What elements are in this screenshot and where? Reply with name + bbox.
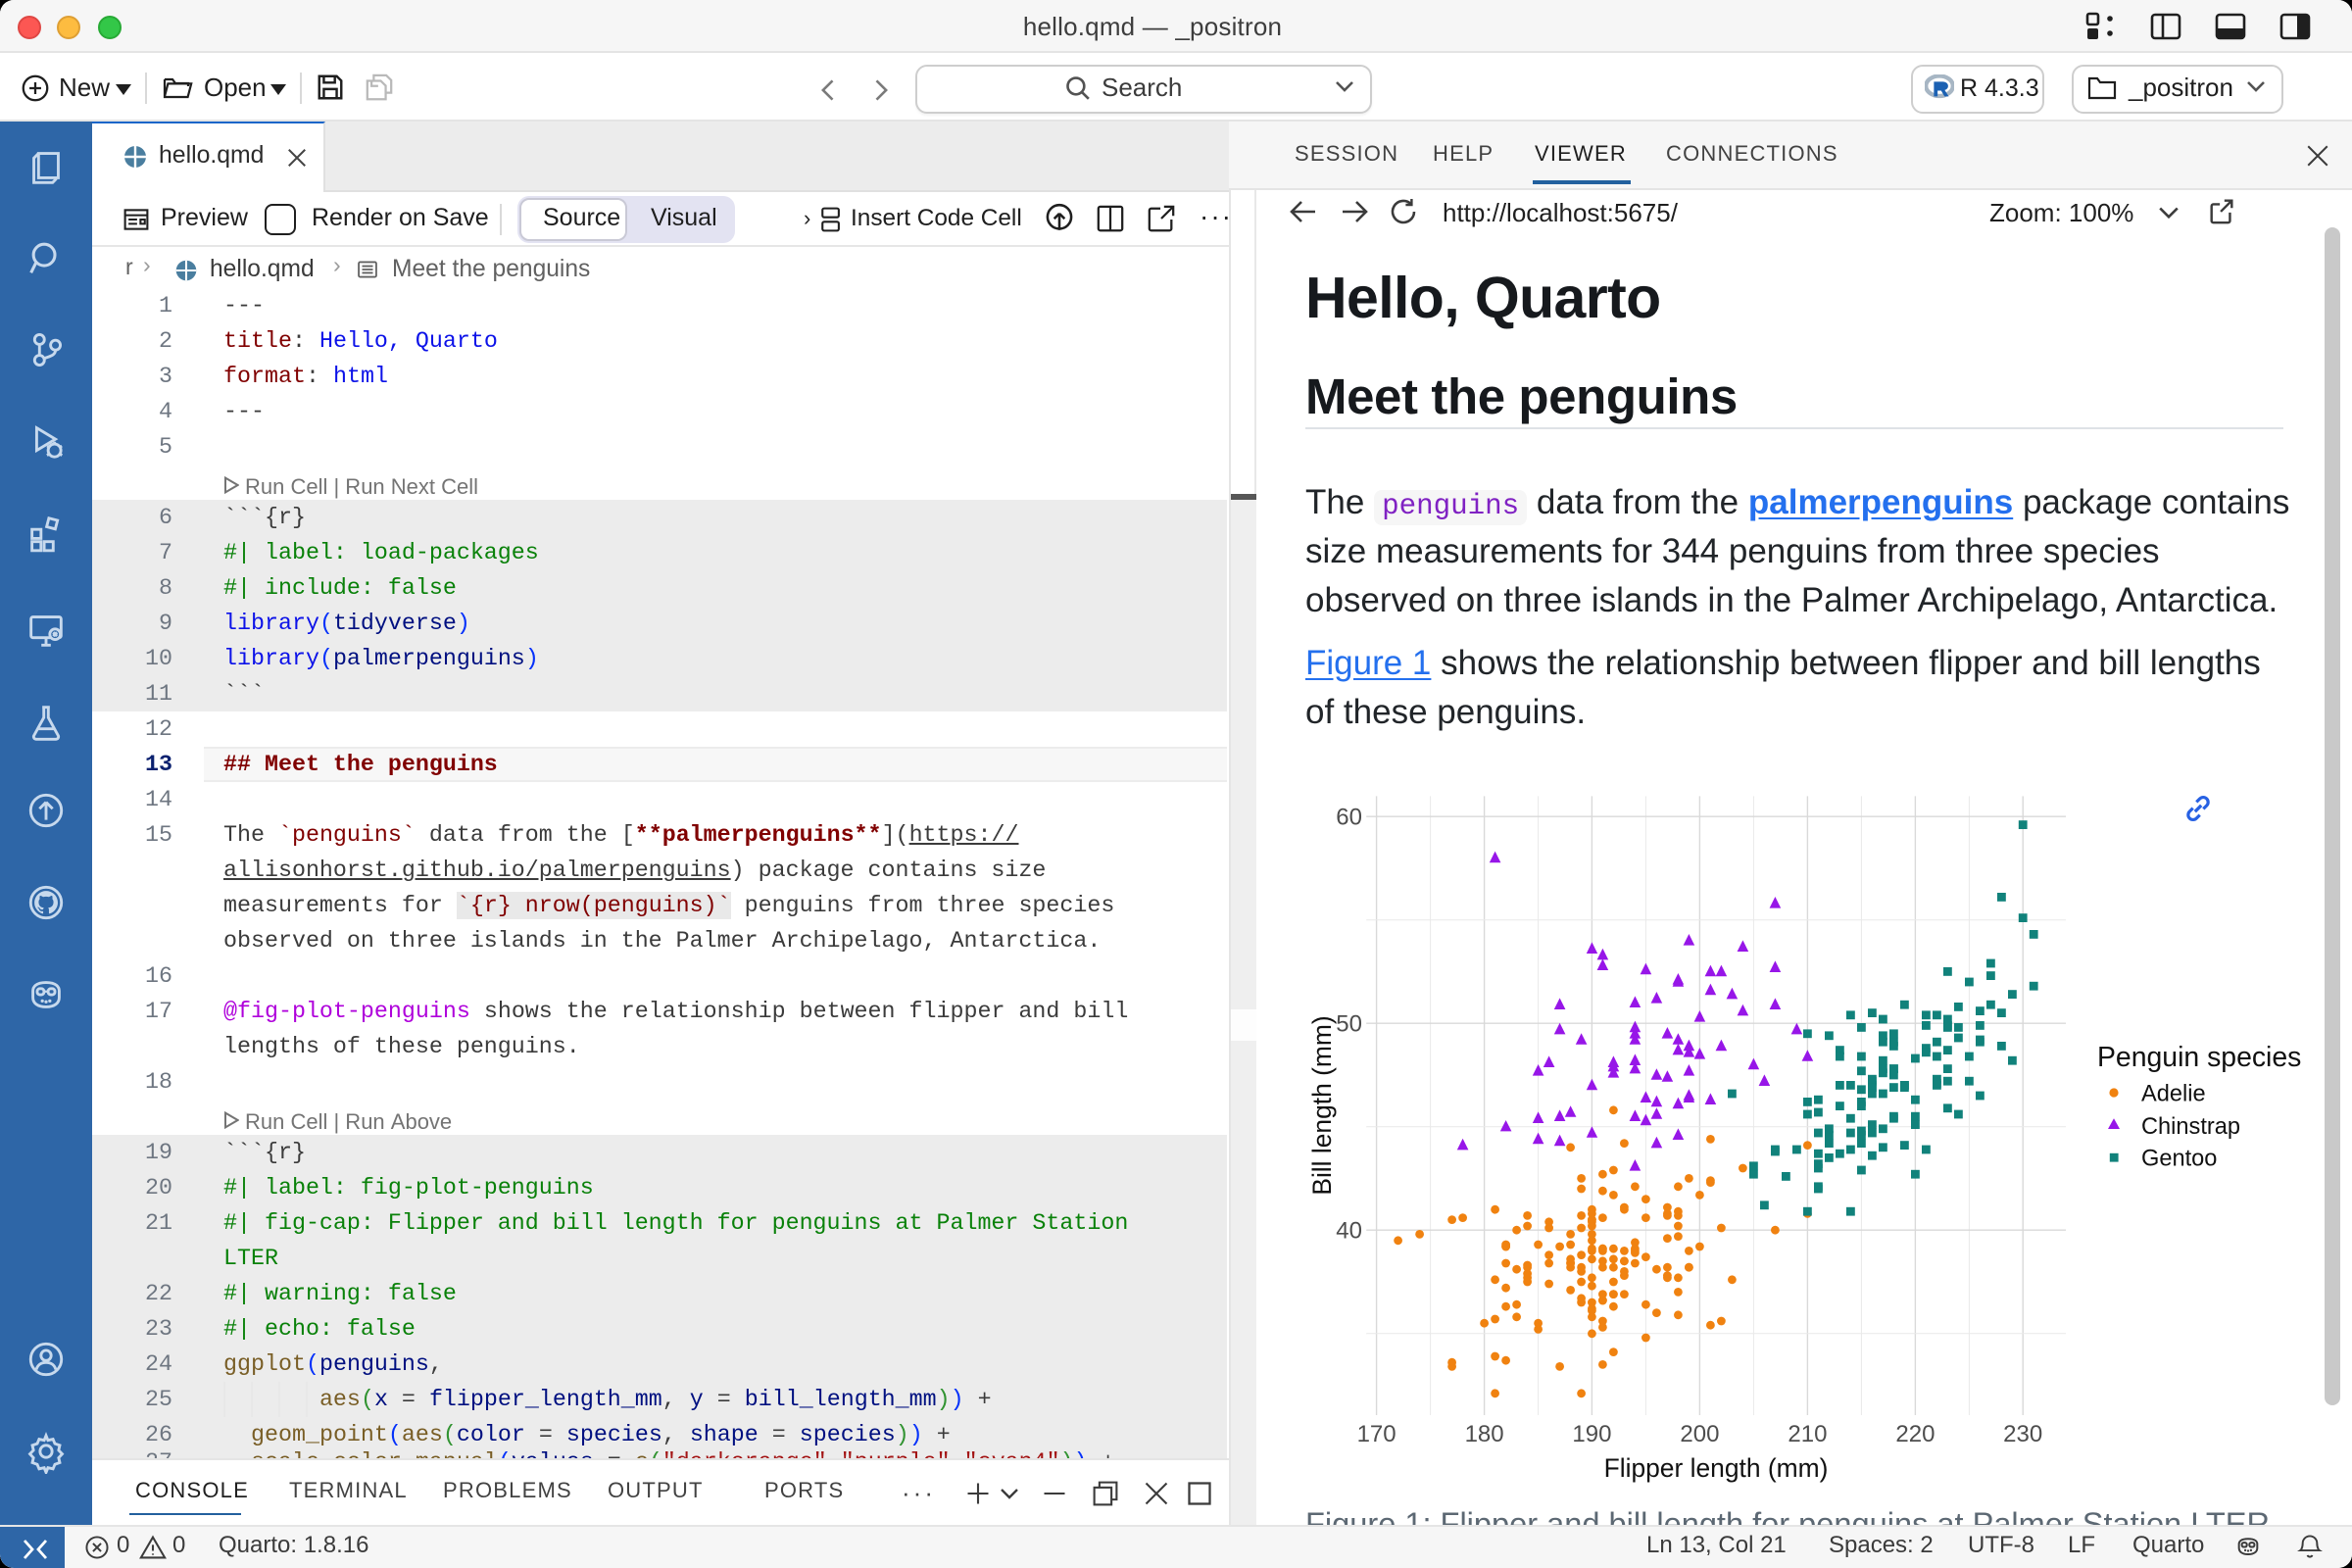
svg-text:180: 180	[1465, 1421, 1504, 1447]
svg-text:Chinstrap: Chinstrap	[2141, 1114, 2240, 1140]
svg-text:Penguin species: Penguin species	[2097, 1042, 2301, 1073]
svg-text:60: 60	[1336, 805, 1362, 831]
svg-text:Gentoo: Gentoo	[2141, 1146, 2217, 1171]
svg-text:210: 210	[1788, 1421, 1827, 1447]
svg-text:Adelie: Adelie	[2141, 1081, 2206, 1106]
svg-text:230: 230	[2003, 1421, 2042, 1447]
svg-text:40: 40	[1336, 1218, 1362, 1245]
svg-text:Bill length (mm): Bill length (mm)	[1307, 1015, 1337, 1195]
svg-text:200: 200	[1680, 1421, 1719, 1447]
svg-text:50: 50	[1336, 1011, 1362, 1038]
svg-text:Flipper length (mm): Flipper length (mm)	[1604, 1453, 1829, 1483]
svg-text:220: 220	[1895, 1421, 1935, 1447]
svg-text:170: 170	[1357, 1421, 1396, 1447]
svg-text:190: 190	[1572, 1421, 1611, 1447]
